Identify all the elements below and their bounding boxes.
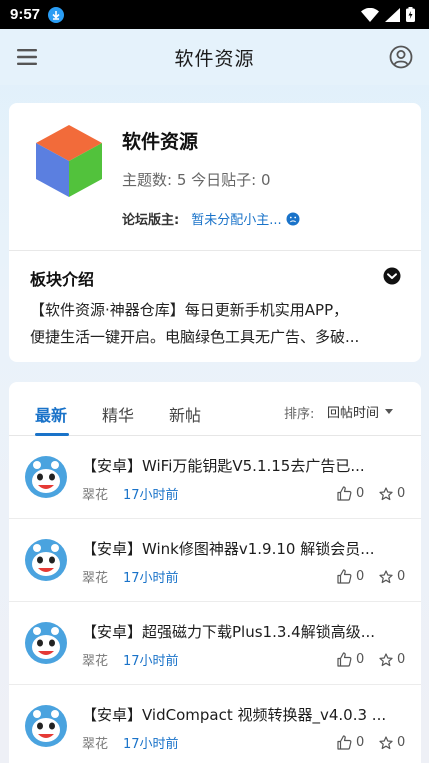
intro-text: 【软件资源·神器仓库】每日更新手机实用APP， 便捷生活一键开启。电脑绿色工具无… <box>30 297 404 351</box>
status-left: 9:57 <box>10 6 65 23</box>
thread-title[interactable]: 【安卓】Wink修图神器v1.9.10 解锁会员... <box>82 538 402 559</box>
favorite-button[interactable]: 0 <box>379 652 405 667</box>
like-count: 0 <box>356 652 365 667</box>
sort-dropdown[interactable]: 回帖时间 <box>327 402 394 421</box>
thread-title[interactable]: 【安卓】VidCompact 视频转换器_v4.0.3 ... <box>82 704 402 725</box>
avatar[interactable] <box>25 456 67 498</box>
caret-down-icon <box>385 409 394 414</box>
star-icon <box>379 486 393 500</box>
thread-time: 17小时前 <box>123 654 179 669</box>
favorite-count: 0 <box>397 569 406 584</box>
star-icon <box>379 652 393 666</box>
sad-face-icon <box>286 212 300 225</box>
thumbs-up-icon <box>337 652 352 667</box>
thumbs-up-icon <box>337 735 352 750</box>
thread-author[interactable]: 翠花 <box>82 650 108 669</box>
forum-stats: 主题数: 5 今日贴子: 0 <box>122 171 271 189</box>
status-right <box>361 7 415 22</box>
signal-icon <box>385 7 400 22</box>
page-title: 软件资源 <box>174 47 255 70</box>
like-count: 0 <box>356 486 365 501</box>
wifi-icon <box>361 7 379 22</box>
user-circle-icon[interactable] <box>389 45 413 69</box>
thread-time: 17小时前 <box>123 488 179 503</box>
download-icon <box>48 6 65 23</box>
battery-charging-icon <box>406 7 415 22</box>
status-bar: 9:57 <box>0 0 429 29</box>
menu-icon[interactable] <box>16 46 38 68</box>
status-time: 9:57 <box>10 6 41 23</box>
avatar[interactable] <box>25 705 67 747</box>
star-icon <box>379 569 393 583</box>
like-button[interactable]: 0 <box>337 735 364 750</box>
thread-time: 17小时前 <box>123 737 179 752</box>
star-icon <box>379 735 393 749</box>
divider <box>9 250 421 251</box>
moderator-row: 论坛版主: 暂未分配小主... <box>122 209 300 228</box>
tab-new[interactable]: 新帖 <box>169 402 201 426</box>
moderator-label: 论坛版主: <box>122 213 180 228</box>
thread-author[interactable]: 翠花 <box>82 567 108 586</box>
thread-time: 17小时前 <box>123 571 179 586</box>
thread-title[interactable]: 【安卓】WiFi万能钥匙V5.1.15去广告已... <box>82 455 402 476</box>
chevron-down-circle-icon[interactable] <box>383 267 401 285</box>
avatar[interactable] <box>25 622 67 664</box>
moderator-value[interactable]: 暂未分配小主... <box>191 209 281 228</box>
favorite-count: 0 <box>397 652 406 667</box>
thread-author[interactable]: 翠花 <box>82 733 108 752</box>
intro-line: 【软件资源·神器仓库】每日更新手机实用APP， <box>30 301 349 319</box>
like-button[interactable]: 0 <box>337 652 364 667</box>
thread-item[interactable]: 【安卓】超强磁力下载Plus1.3.4解锁高级... 翠花 17小时前 0 0 <box>9 602 421 685</box>
tab-latest[interactable]: 最新 <box>35 402 67 426</box>
thread-title[interactable]: 【安卓】超强磁力下载Plus1.3.4解锁高级... <box>82 621 402 642</box>
favorite-button[interactable]: 0 <box>379 735 405 750</box>
intro-title: 板块介绍 <box>30 270 95 289</box>
forum-name: 软件资源 <box>122 131 199 153</box>
sort-label: 排序: <box>284 407 315 422</box>
like-button[interactable]: 0 <box>337 569 364 584</box>
tab-featured[interactable]: 精华 <box>102 402 134 426</box>
favorite-count: 0 <box>397 486 406 501</box>
thread-author[interactable]: 翠花 <box>82 484 108 503</box>
thread-item[interactable]: 【安卓】WiFi万能钥匙V5.1.15去广告已... 翠花 17小时前 0 0 <box>9 436 421 519</box>
thread-item[interactable]: 【安卓】Wink修图神器v1.9.10 解锁会员... 翠花 17小时前 0 0 <box>9 519 421 602</box>
forum-info-card: 软件资源 主题数: 5 今日贴子: 0 论坛版主: 暂未分配小主... 板块介绍… <box>9 103 421 362</box>
avatar[interactable] <box>25 539 67 581</box>
favorite-button[interactable]: 0 <box>379 486 405 501</box>
tabs-row: 最新 精华 新帖 排序: 回帖时间 <box>9 382 421 436</box>
thumbs-up-icon <box>337 569 352 584</box>
like-count: 0 <box>356 569 365 584</box>
like-button[interactable]: 0 <box>337 486 364 501</box>
intro-line: 便捷生活一键开启。电脑绿色工具无广告、多破... <box>30 328 360 346</box>
favorite-count: 0 <box>397 735 406 750</box>
threads-card: 最新 精华 新帖 排序: 回帖时间 【安卓】WiFi万能钥匙V5.1.15去广告… <box>9 382 421 763</box>
thread-item[interactable]: 【安卓】VidCompact 视频转换器_v4.0.3 ... 翠花 17小时前… <box>9 685 421 763</box>
like-count: 0 <box>356 735 365 750</box>
app-header: 软件资源 <box>0 29 429 85</box>
thumbs-up-icon <box>337 486 352 501</box>
favorite-button[interactable]: 0 <box>379 569 405 584</box>
cube-icon <box>36 125 102 197</box>
sort-value: 回帖时间 <box>327 406 380 421</box>
